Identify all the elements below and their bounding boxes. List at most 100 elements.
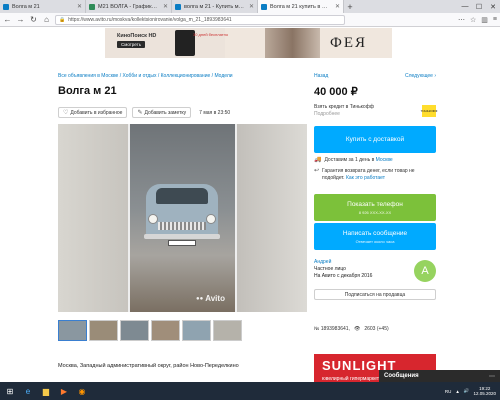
thumbnail-5[interactable]: [182, 320, 211, 341]
add-note-button[interactable]: ✎ Добавить заметку: [132, 107, 192, 118]
messages-popup[interactable]: Сообщения ⋯: [379, 370, 500, 382]
browser-tab-4-active[interactable]: Волга м 21 купить в Москве на... ✕: [258, 0, 344, 13]
start-icon[interactable]: ⊞: [2, 384, 18, 398]
window-controls: — ☐ ✕: [458, 0, 500, 13]
browser-tab-2[interactable]: M21 ВОЛГА - Графика выпуска ✕: [86, 0, 172, 13]
banner-watch-button[interactable]: Смотреть: [117, 41, 146, 48]
banner-people-image: [265, 28, 320, 58]
thumbnail-1[interactable]: [58, 320, 87, 341]
home-icon[interactable]: ⌂: [42, 15, 51, 24]
browser-tabbar: Волга м 21 ✕ M21 ВОЛГА - Графика выпуска…: [0, 0, 500, 13]
show-phone-button[interactable]: Показать телефон 8 926 XXX-XX-XX: [314, 194, 436, 221]
site-favicon-icon: [89, 3, 95, 10]
browser-tab-1[interactable]: Волга м 21 ✕: [0, 0, 86, 13]
media-icon[interactable]: ▶: [56, 384, 72, 398]
write-message-button[interactable]: Написать сообщение Отвечает около часа: [314, 223, 436, 250]
avito-favicon-icon: [175, 3, 181, 10]
maximize-icon[interactable]: ☐: [472, 0, 486, 13]
popup-more-icon[interactable]: ⋯: [489, 373, 495, 380]
listing-nav: Назад Следующее ›: [314, 73, 436, 79]
bookmark-star-icon[interactable]: ☆: [470, 16, 476, 24]
close-tab-icon[interactable]: ✕: [163, 3, 168, 10]
system-tray: RU ▲ 🔊 19:22 12.05.2020: [445, 386, 500, 396]
tab-label: волга м 21 - Купить модели авто...: [184, 3, 246, 10]
return-icon: ↩: [314, 168, 320, 174]
address-bar[interactable]: 🔒 https://www.avito.ru/moskva/kollektsio…: [55, 14, 345, 25]
back-link[interactable]: Назад: [314, 73, 328, 79]
messages-title: Сообщения: [384, 373, 419, 379]
next-link[interactable]: Следующее ›: [405, 73, 436, 79]
lock-icon: 🔒: [59, 16, 66, 23]
tab-label: M21 ВОЛГА - Графика выпуска: [98, 3, 160, 10]
thumbnail-4[interactable]: [151, 320, 180, 341]
network-icon[interactable]: ▲: [455, 389, 459, 394]
credit-offer[interactable]: Взять кредит в Тинькофф Подробнее ТИНЬКО…: [314, 104, 437, 117]
credit-text: Взять кредит в Тинькофф: [314, 104, 374, 110]
avatar[interactable]: А: [414, 260, 436, 282]
reload-icon[interactable]: ↻: [29, 15, 38, 24]
menu-icon[interactable]: ≡: [493, 16, 497, 24]
clock[interactable]: 19:22 12.05.2020: [473, 386, 496, 396]
close-window-icon[interactable]: ✕: [486, 0, 500, 13]
listing-meta: № 1893983641, 👁 2603 (+45): [314, 326, 389, 332]
tab-label: Волга м 21: [12, 3, 40, 10]
browser-tab-3[interactable]: волга м 21 - Купить модели авто... ✕: [172, 0, 258, 13]
tab-label: Волга м 21 купить в Москве на...: [270, 3, 332, 10]
banner-brand: КиноПоиск HD: [117, 33, 157, 39]
response-time: Отвечает около часа: [355, 238, 395, 244]
close-tab-icon[interactable]: ✕: [77, 3, 82, 10]
tinkoff-logo: ТИНЬКОФФ: [421, 105, 437, 117]
guarantee-info: ↩ Гарантия возврата денег, если товар не…: [314, 168, 415, 181]
subscribe-seller-button[interactable]: Подписаться на продавца: [314, 289, 436, 300]
note-icon: ✎: [137, 110, 143, 116]
ie-icon[interactable]: e: [20, 384, 36, 398]
close-tab-icon[interactable]: ✕: [335, 3, 340, 10]
listing-actions: ♡ Добавить в избранное ✎ Добавить заметк…: [58, 107, 230, 118]
breadcrumb[interactable]: Все объявления в Москве / Хобби и отдых …: [58, 73, 233, 79]
avito-favicon-icon: [261, 3, 267, 10]
banner-phone-image: [175, 30, 195, 56]
close-tab-icon[interactable]: ✕: [249, 3, 254, 10]
avito-logo-icon: ●●: [196, 295, 204, 302]
how-it-works-link[interactable]: Как это работает: [346, 175, 385, 181]
forward-icon[interactable]: →: [16, 15, 25, 24]
windows-taskbar: ⊞ e ▆ ▶ ◉ RU ▲ 🔊 19:22 12.05.2020: [0, 382, 500, 400]
new-tab-icon[interactable]: +: [344, 0, 356, 13]
url-text: https://www.avito.ru/moskva/kollektsioni…: [68, 16, 232, 23]
back-icon[interactable]: ←: [3, 15, 12, 24]
listing-id: № 1893983641,: [314, 326, 350, 332]
listing-address: Москва, Западный административный округ,…: [58, 363, 239, 369]
main-photo[interactable]: ●● Avito: [58, 124, 307, 312]
add-favorite-button[interactable]: ♡ Добавить в избранное: [58, 107, 128, 118]
thumbnail-strip: [58, 320, 242, 341]
eye-icon: 👁: [353, 326, 361, 332]
price: 40 000 ₽: [314, 86, 358, 98]
buy-with-delivery-button[interactable]: Купить с доставкой: [314, 126, 436, 153]
avito-favicon-icon: [3, 3, 9, 10]
explorer-icon[interactable]: ▆: [38, 384, 54, 398]
truck-icon: 🚚: [314, 157, 322, 163]
phone-masked: 8 926 XXX-XX-XX: [358, 209, 392, 215]
minimize-icon[interactable]: —: [458, 0, 472, 13]
credit-more-link[interactable]: Подробнее: [314, 111, 436, 117]
view-count: 2603 (+45): [364, 326, 389, 332]
delivery-info: 🚚 Доставим за 1 день в Москве: [314, 157, 393, 163]
car-model-image: [140, 164, 224, 254]
delivery-city-link[interactable]: Москве: [376, 157, 393, 163]
library-icon[interactable]: ▥: [481, 16, 488, 24]
thumbnail-6[interactable]: [213, 320, 242, 341]
ad-banner[interactable]: КиноПоиск HD Смотреть 30 дней бесплатно …: [105, 28, 392, 58]
heart-icon: ♡: [63, 110, 69, 116]
language-indicator[interactable]: RU: [445, 389, 452, 394]
browser-navbar: ← → ↻ ⌂ 🔒 https://www.avito.ru/moskva/ko…: [0, 13, 500, 27]
volume-icon[interactable]: 🔊: [464, 388, 470, 394]
listing-date: 7 мая в 23:50: [199, 109, 231, 116]
thumbnail-2[interactable]: [89, 320, 118, 341]
page-title: Волга м 21: [58, 85, 117, 97]
more-icon[interactable]: ⋯: [458, 16, 465, 24]
banner-promo: 30 дней бесплатно: [193, 32, 229, 37]
thumbnail-3[interactable]: [120, 320, 149, 341]
avito-watermark: ●● Avito: [196, 294, 225, 303]
banner-title: ФЕЯ: [330, 35, 368, 51]
firefox-icon[interactable]: ◉: [74, 384, 90, 398]
